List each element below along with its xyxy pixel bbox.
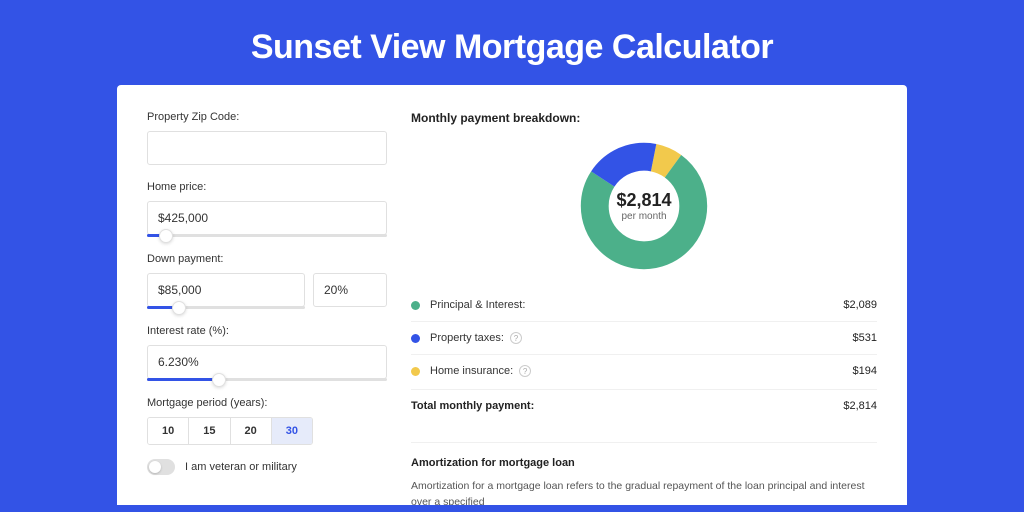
total-value: $2,814 — [843, 400, 877, 412]
interest-rate-label: Interest rate (%): — [147, 325, 387, 337]
down-payment-label: Down payment: — [147, 253, 387, 265]
legend-dot-icon — [411, 301, 420, 310]
period-label: Mortgage period (years): — [147, 397, 387, 409]
period-block: Mortgage period (years): 10152030 — [147, 397, 387, 445]
breakdown-column: Monthly payment breakdown: $2,814 per mo… — [411, 111, 877, 505]
period-tab-15[interactable]: 15 — [189, 418, 230, 444]
donut-center: $2,814 per month — [579, 141, 709, 271]
home-price-label: Home price: — [147, 181, 387, 193]
amortization-title: Amortization for mortgage loan — [411, 442, 877, 469]
legend: Principal & Interest:$2,089Property taxe… — [411, 289, 877, 387]
legend-label: Home insurance:? — [430, 365, 853, 377]
donut-amount: $2,814 — [616, 190, 671, 211]
veteran-toggle-knob — [149, 461, 161, 473]
legend-dot-icon — [411, 367, 420, 376]
down-payment-pct-input[interactable] — [313, 273, 387, 307]
donut-chart: $2,814 per month — [579, 141, 709, 271]
total-label: Total monthly payment: — [411, 400, 843, 412]
veteran-toggle[interactable] — [147, 459, 175, 475]
amortization-text: Amortization for a mortgage loan refers … — [411, 479, 877, 505]
period-tab-10[interactable]: 10 — [148, 418, 189, 444]
legend-row: Home insurance:?$194 — [411, 355, 877, 387]
calculator-card: Property Zip Code: Home price: Down paym… — [117, 85, 907, 505]
legend-value: $531 — [853, 332, 877, 344]
legend-row: Property taxes:?$531 — [411, 322, 877, 355]
down-payment-block: Down payment: — [147, 253, 387, 309]
legend-dot-icon — [411, 334, 420, 343]
page-title: Sunset View Mortgage Calculator — [0, 0, 1024, 85]
veteran-row: I am veteran or military — [147, 459, 387, 475]
home-price-block: Home price: — [147, 181, 387, 237]
down-payment-slider-thumb[interactable] — [172, 301, 186, 315]
period-tab-30[interactable]: 30 — [272, 418, 312, 444]
period-tabs: 10152030 — [147, 417, 313, 445]
interest-rate-input[interactable] — [147, 345, 387, 379]
legend-value: $2,089 — [843, 299, 877, 311]
home-price-slider[interactable] — [147, 234, 387, 237]
info-icon[interactable]: ? — [510, 332, 522, 344]
interest-rate-block: Interest rate (%): — [147, 325, 387, 381]
legend-value: $194 — [853, 365, 877, 377]
interest-rate-slider-fill — [147, 378, 219, 381]
donut-caption: per month — [621, 211, 666, 222]
breakdown-title: Monthly payment breakdown: — [411, 111, 877, 125]
inputs-column: Property Zip Code: Home price: Down paym… — [147, 111, 387, 505]
period-tab-20[interactable]: 20 — [231, 418, 272, 444]
home-price-input[interactable] — [147, 201, 387, 235]
legend-row: Principal & Interest:$2,089 — [411, 289, 877, 322]
zip-label: Property Zip Code: — [147, 111, 387, 123]
zip-field-block: Property Zip Code: — [147, 111, 387, 165]
veteran-label: I am veteran or military — [185, 461, 297, 473]
legend-label: Principal & Interest: — [430, 299, 843, 311]
total-row: Total monthly payment: $2,814 — [411, 389, 877, 422]
legend-label: Property taxes:? — [430, 332, 853, 344]
zip-input[interactable] — [147, 131, 387, 165]
down-payment-slider[interactable] — [147, 306, 305, 309]
interest-rate-slider[interactable] — [147, 378, 387, 381]
down-payment-input[interactable] — [147, 273, 305, 307]
donut-chart-wrap: $2,814 per month — [411, 141, 877, 271]
home-price-slider-thumb[interactable] — [159, 229, 173, 243]
interest-rate-slider-thumb[interactable] — [212, 373, 226, 387]
info-icon[interactable]: ? — [519, 365, 531, 377]
